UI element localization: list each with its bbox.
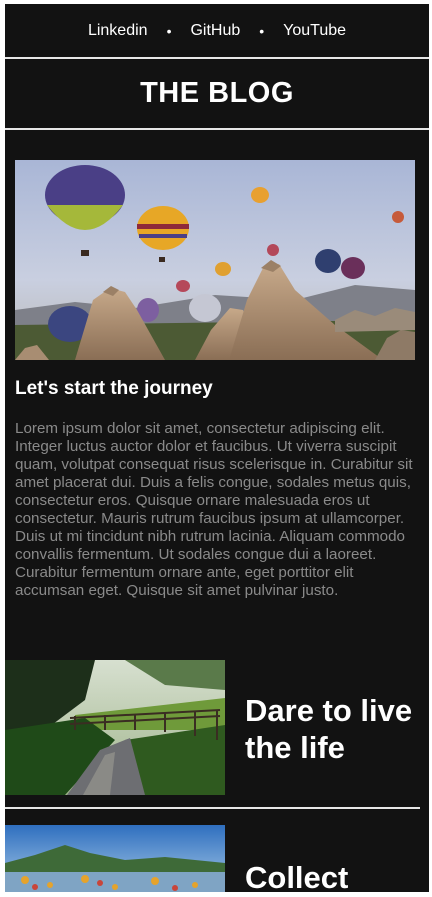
divider — [5, 128, 429, 130]
featured-image — [15, 160, 415, 360]
nav-separator: • — [259, 22, 265, 39]
nav-separator: • — [166, 22, 172, 39]
featured-post-body: Lorem ipsum dolor sit amet, consectetur … — [15, 420, 413, 599]
post-title[interactable]: Dare to live the life — [245, 692, 429, 766]
post-title[interactable]: Collect — [245, 859, 429, 892]
page-frame: Linkedin • GitHub • YouTube THE BLOG Let… — [5, 4, 429, 892]
page-title: THE BLOG — [140, 77, 294, 109]
featured-post-title[interactable]: Let's start the journey — [15, 378, 213, 400]
post-thumbnail[interactable] — [5, 660, 225, 795]
post-thumbnail[interactable] — [5, 825, 225, 892]
nav-link-github[interactable]: GitHub — [190, 22, 240, 40]
divider — [5, 807, 420, 809]
nav-link-youtube[interactable]: YouTube — [283, 22, 346, 40]
top-nav: Linkedin • GitHub • YouTube — [5, 4, 429, 57]
nav-link-linkedin[interactable]: Linkedin — [88, 22, 148, 40]
